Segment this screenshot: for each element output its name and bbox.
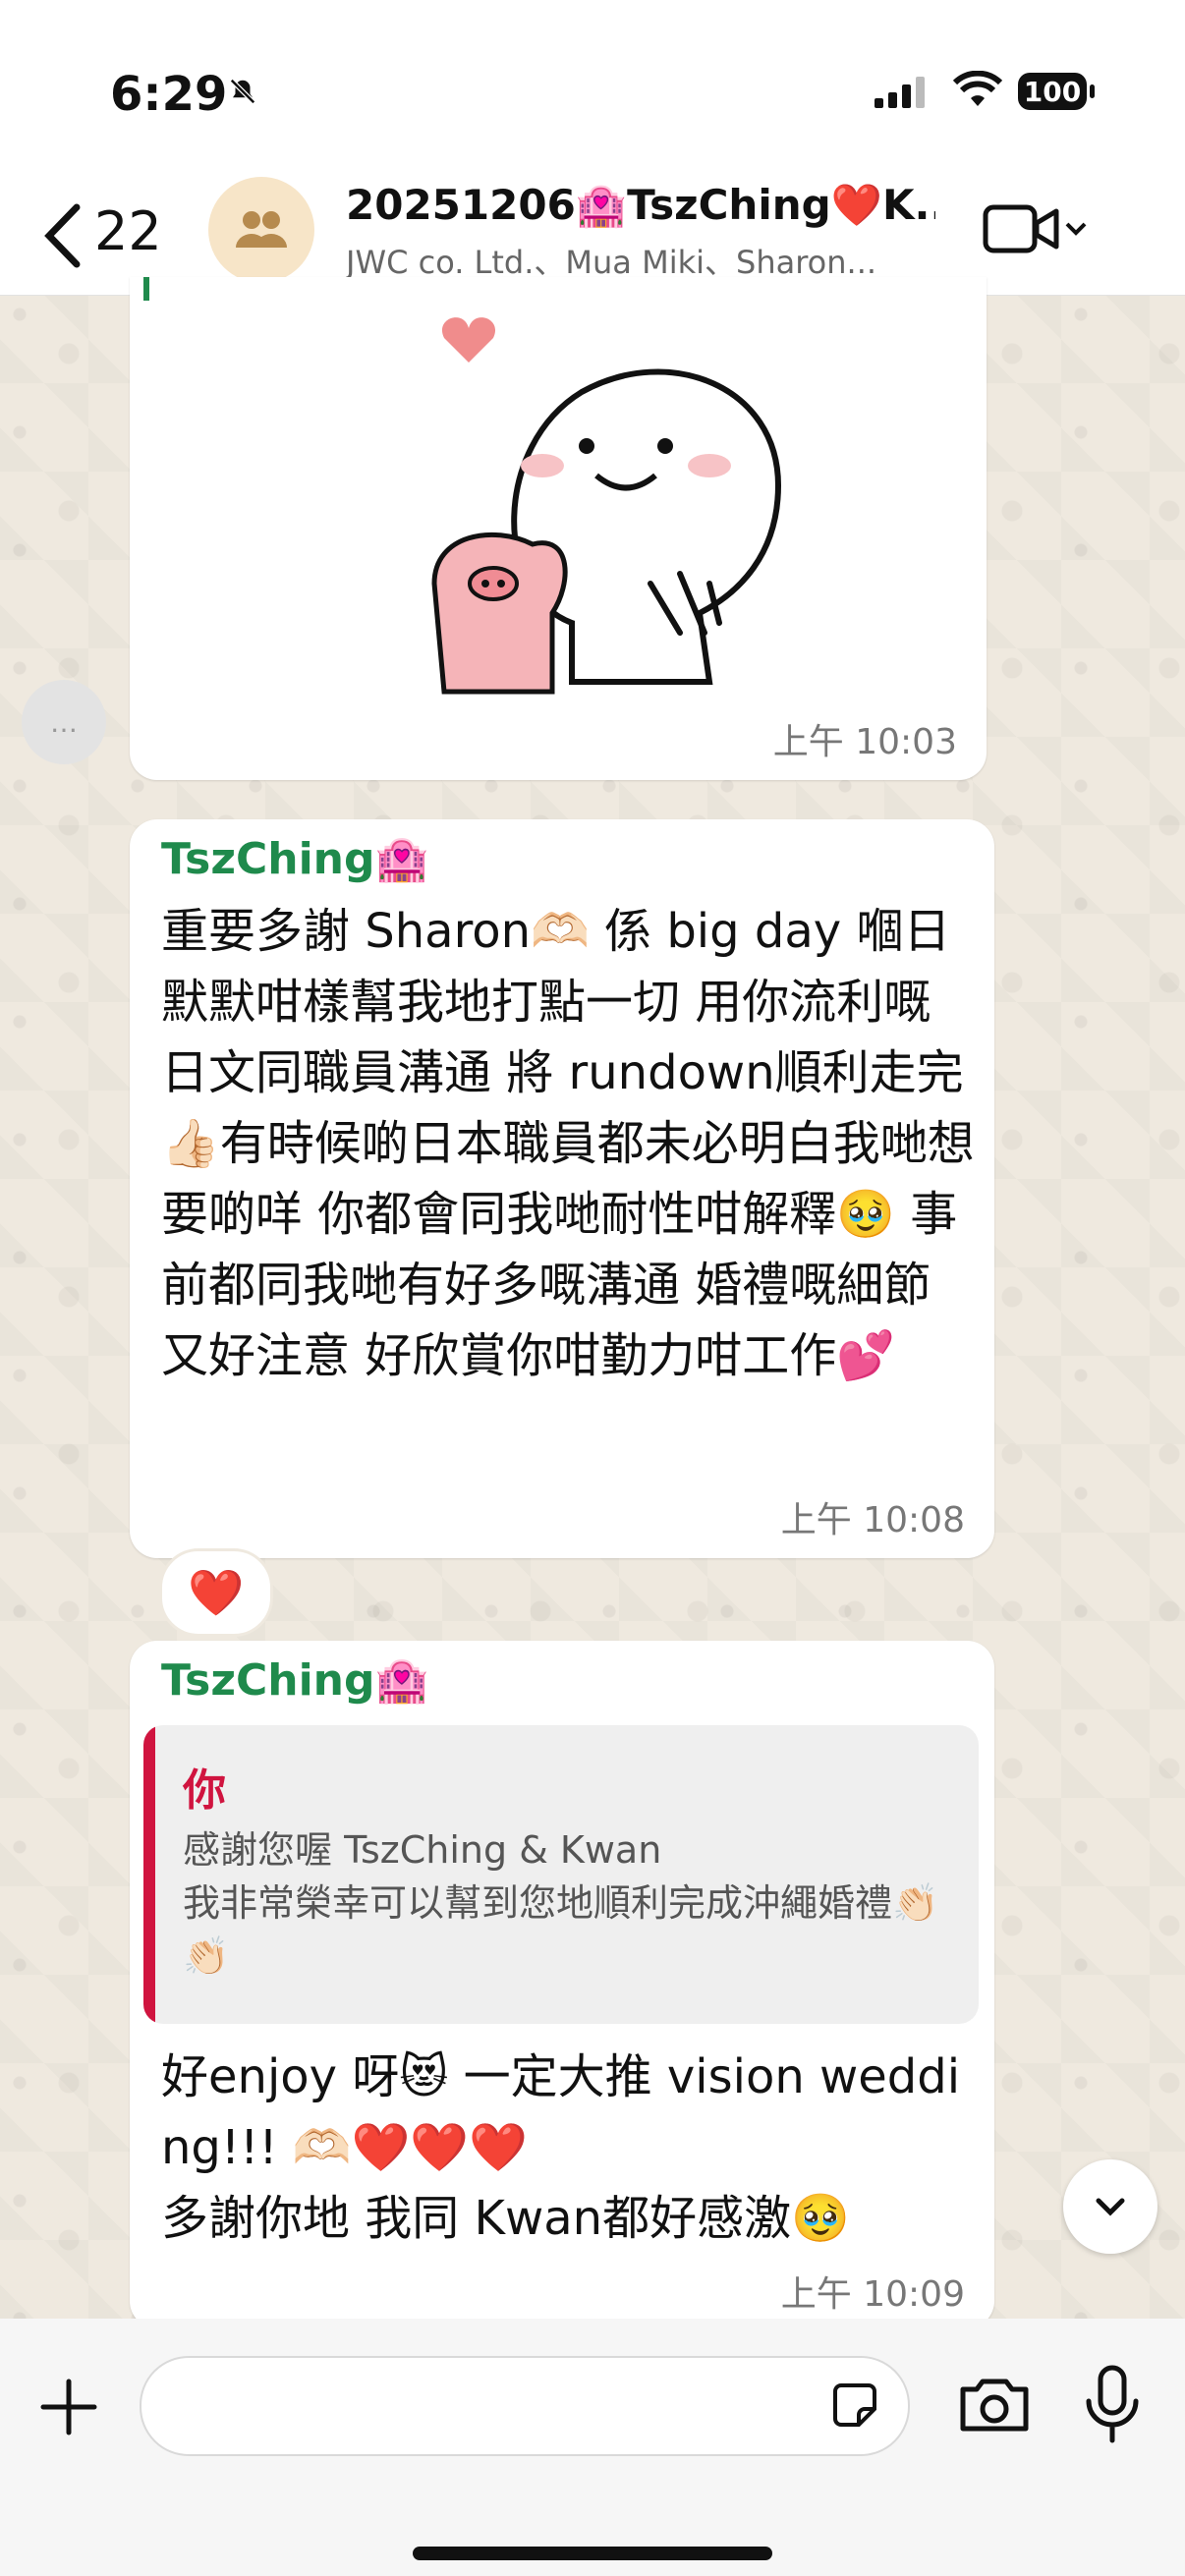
message-text: 重要多謝 Sharon🫶🏻 係 big day 嗰日默默咁樣幫我地打點一切 用你… <box>161 904 975 1383</box>
message-input-container <box>140 2356 910 2456</box>
message-time: 上午 10:08 <box>780 1500 965 1540</box>
video-call-button[interactable] <box>983 195 1100 263</box>
group-avatar[interactable] <box>208 177 314 283</box>
message-time: 上午 10:09 <box>780 2274 965 2315</box>
wifi-icon <box>953 71 1002 106</box>
message-input[interactable] <box>171 2374 814 2435</box>
chevron-down-icon <box>1096 2198 1125 2216</box>
sticker-image <box>431 317 782 695</box>
battery-indicator: 100 <box>1018 73 1095 110</box>
video-camera-icon <box>983 204 1059 253</box>
scroll-to-bottom-button[interactable] <box>1063 2159 1157 2254</box>
reaction-badge[interactable]: ❤️ <box>159 1548 273 1637</box>
sender-name[interactable]: TszChing🏩 <box>161 1654 428 1706</box>
reply-message[interactable]: TszChing🏩 你 感謝您喔 TszChing & Kwan 我非常榮幸可以… <box>130 1641 994 2328</box>
message-text: 好enjoy 呀😻 一定大推 vision wedding!!! 🫶🏻❤️❤️❤… <box>161 2049 961 2246</box>
bell-off-icon <box>229 78 256 105</box>
camera-icon[interactable] <box>955 2366 1034 2444</box>
text-message[interactable]: TszChing🏩 重要多謝 Sharon🫶🏻 係 big day 嗰日默默咁樣… <box>130 819 994 1558</box>
signal-icon <box>875 77 925 108</box>
unread-count[interactable]: 22 <box>94 200 162 262</box>
chevron-down-icon <box>1065 222 1087 236</box>
quoted-message[interactable]: 你 感謝您喔 TszChing & Kwan 我非常榮幸可以幫到您地順利完成沖繩… <box>143 1725 979 2024</box>
message-composer <box>0 2319 1185 2576</box>
group-icon <box>236 211 287 248</box>
quoted-text: 感謝您喔 TszChing & Kwan 我非常榮幸可以幫到您地順利完成沖繩婚禮… <box>183 1828 939 1978</box>
sender-name[interactable]: TszChing🏩 <box>161 833 428 884</box>
status-time: 6:29 <box>110 67 228 122</box>
microphone-icon[interactable] <box>1073 2362 1152 2446</box>
back-chevron-icon <box>44 203 81 268</box>
quote-accent <box>143 1725 155 2024</box>
home-indicator <box>413 2547 772 2560</box>
status-bar: 6:29 100 <box>0 0 1185 177</box>
plus-icon <box>40 2379 97 2436</box>
quoted-sender: 你 <box>183 1765 226 1816</box>
sticker-icon[interactable] <box>827 2378 882 2433</box>
attach-button[interactable] <box>29 2368 108 2446</box>
message-time: 上午 10:03 <box>772 722 957 762</box>
chat-title[interactable]: 20251206🏩TszChing❤️K... <box>346 181 935 230</box>
reply-accent <box>143 277 149 301</box>
sender-avatar[interactable]: … <box>22 680 106 764</box>
sticker-message[interactable]: 上午 10:03 <box>130 277 987 780</box>
